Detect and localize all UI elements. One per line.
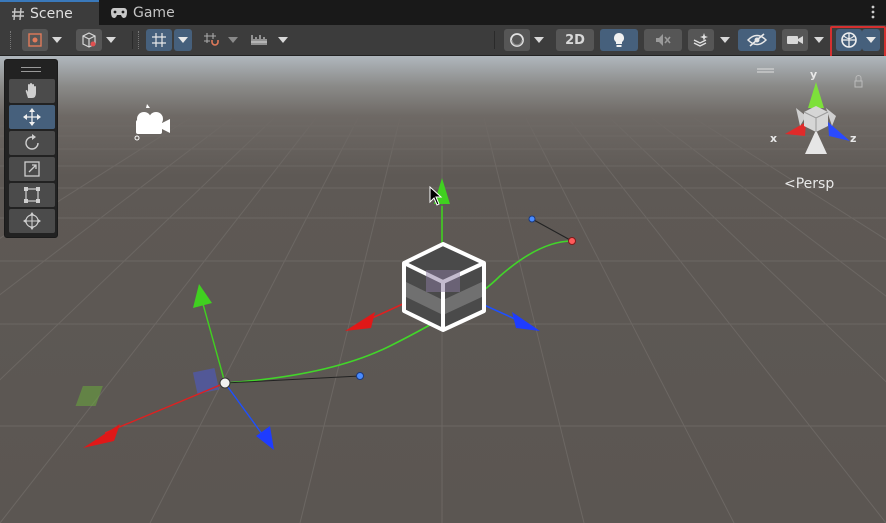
snap-increment-button[interactable] [246,29,272,51]
tab-scene-label: Scene [30,5,73,22]
draw-mode-dropdown[interactable] [48,29,66,51]
lock-icon[interactable] [854,75,863,88]
camera-mode-dropdown[interactable] [530,29,548,51]
grid-snap-dropdown[interactable] [174,29,192,51]
gizmo-y-cone[interactable] [808,82,824,108]
gizmo-z-cone[interactable] [828,122,850,141]
toggle-2d-label: 2D [565,32,585,48]
hand-tool-button[interactable] [9,79,55,103]
chevron-down-icon [106,37,116,43]
rotate-tool-button[interactable] [9,131,55,155]
toolbar-separator [132,31,133,49]
tab-scene[interactable]: Scene [0,0,99,25]
chevron-down-icon [178,37,188,43]
gizmo-drag-handle[interactable] [757,68,774,73]
rotate-icon [25,134,39,150]
projection-toggle[interactable]: <Persp [784,176,834,192]
chevron-down-icon [228,37,238,43]
transform-icon [23,212,41,230]
rect-icon [24,187,40,203]
grid-snap-icon [152,33,166,47]
tools-overlay [4,59,58,238]
cube-object[interactable] [402,242,486,332]
scene-toolbar: 2D [0,25,886,56]
move-icon [23,108,41,126]
scene-camera-dropdown[interactable] [810,29,828,51]
toolbar-grip [10,31,12,49]
tab-bar: Scene Game [0,0,886,25]
scene-render [0,68,886,523]
spline-tangent-line [531,218,573,242]
lightbulb-icon [614,33,624,47]
mute-icon [656,34,671,46]
tools-drag-handle[interactable] [21,67,41,72]
audio-toggle-button[interactable] [644,29,682,51]
grid-snap-button[interactable] [146,29,172,51]
magnet-snap-icon [204,33,219,46]
yz-plane-handle[interactable] [75,386,103,406]
gizmo-x-label: x [770,132,778,145]
chevron-down-icon [52,37,62,43]
chevron-down-icon [278,37,288,43]
knot-center[interactable] [219,377,231,389]
increment-snap-dropdown[interactable] [224,29,242,51]
scene-visibility-button[interactable] [738,29,776,51]
chevron-down-icon [720,37,730,43]
xy-plane-handle[interactable] [192,367,220,395]
ruler-icon [251,35,267,45]
sphere-icon [510,33,524,47]
gizmo-x-cone[interactable] [785,122,806,136]
toolbar-separator [494,31,495,49]
gizmo-y-label: y [810,68,818,81]
x-axis-arrow[interactable] [83,424,120,448]
more-options-icon[interactable] [870,4,876,20]
camera-mode-button[interactable] [504,29,530,51]
draw-mode-icon [28,33,42,47]
hand-icon [25,83,36,98]
cube-icon [82,32,96,48]
scene-view-window: Scene Game 2D y x z <Persp [0,0,886,523]
y-axis-arrow[interactable] [193,284,212,308]
shading-mode-button[interactable] [76,29,102,51]
tab-game-label: Game [133,4,175,21]
move-tool-button[interactable] [9,105,55,129]
chevron-down-icon [534,37,544,43]
hash-icon [10,6,26,22]
scene-camera-button[interactable] [782,29,808,51]
scene-viewport[interactable]: y x z <Persp [0,56,886,523]
chevron-down-icon [814,37,824,43]
lighting-toggle-button[interactable] [600,29,638,51]
draw-mode-button[interactable] [22,29,48,51]
effects-button[interactable] [688,29,714,51]
z-axis-arrow[interactable] [512,312,540,331]
shading-mode-dropdown[interactable] [102,29,120,51]
tab-game[interactable]: Game [99,0,189,25]
gamepad-icon [109,5,129,21]
tangent-handle[interactable] [356,372,364,380]
tangent-handle[interactable] [528,215,536,223]
scale-tool-button[interactable] [9,157,55,181]
spline-tangent-line [224,375,361,384]
toolbar-grip [138,31,140,49]
knot-move-gizmo[interactable] [75,284,274,450]
eye-hidden-icon [747,33,767,47]
toggle-2d-button[interactable]: 2D [556,29,594,51]
scale-icon [24,161,40,177]
snap-increment-dropdown[interactable] [274,29,292,51]
mouse-cursor-icon [429,186,443,206]
gizmo-z-label: z [850,132,857,145]
effects-dropdown[interactable] [716,29,734,51]
increment-snap-button[interactable] [198,29,224,51]
video-camera-icon [787,36,803,44]
layers-sparkle-icon [693,33,708,47]
transform-tool-button[interactable] [9,209,55,233]
rect-tool-button[interactable] [9,183,55,207]
spline-knot[interactable] [568,237,576,245]
scene-camera-icon[interactable] [134,104,170,141]
